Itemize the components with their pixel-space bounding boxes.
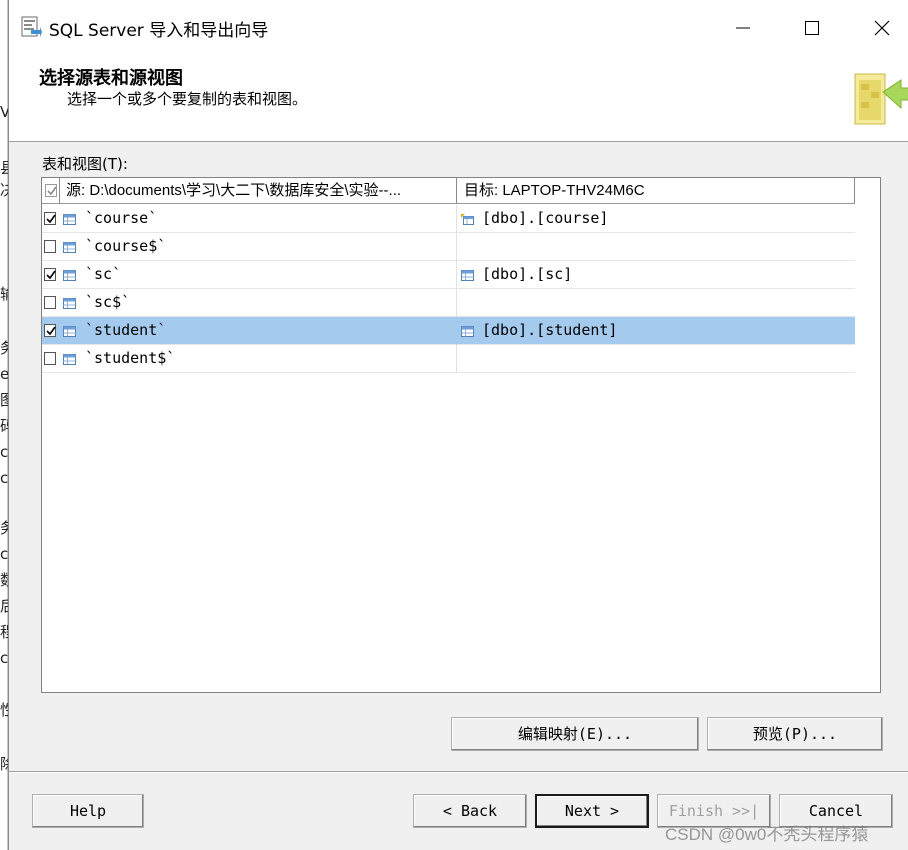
app-icon [20, 16, 42, 38]
source-cell[interactable]: `course$` [42, 233, 457, 261]
row-checkbox[interactable] [44, 212, 56, 225]
title-bar[interactable]: SQL Server 导入和导出向导 [9, 0, 908, 56]
destination-table-name: [dbo].[sc] [482, 265, 573, 283]
column-header-source[interactable]: 源: D:\documents\学习\大二下\数据库安全\实验--... [60, 178, 457, 204]
table-icon [63, 325, 76, 337]
select-all-header[interactable] [42, 178, 60, 204]
preview-button[interactable]: 预览(P)... [707, 717, 883, 751]
row-checkbox[interactable] [44, 352, 56, 365]
source-cell[interactable]: `student` [42, 317, 457, 345]
footer-divider-highlight [9, 772, 908, 773]
table-icon [461, 269, 474, 281]
source-table-name: `student` [85, 321, 167, 339]
source-table-name: `course$` [85, 237, 167, 255]
table-row[interactable]: `student$` [42, 345, 855, 373]
destination-table-name: [dbo].[student] [482, 321, 618, 339]
source-table-name: `student$` [85, 349, 176, 367]
table-row[interactable]: `student` [dbo].[student] [42, 317, 855, 345]
background-text: 数 [0, 572, 8, 588]
close-icon [874, 20, 890, 36]
background-text: V [0, 104, 8, 120]
back-button[interactable]: < Back [413, 794, 527, 828]
edit-mappings-button[interactable]: 编辑映射(E)... [451, 717, 699, 751]
tables-section-label: 表和视图(T): [42, 155, 128, 173]
destination-cell[interactable] [457, 289, 855, 317]
source-cell[interactable]: `course` [42, 205, 457, 233]
table-row[interactable]: `sc` [dbo].[sc] [42, 261, 855, 289]
background-text: c [0, 470, 8, 486]
maximize-button[interactable] [789, 10, 835, 46]
destination-cell[interactable]: [dbo].[sc] [457, 261, 855, 289]
background-text: 后 [0, 598, 8, 614]
table-icon [63, 241, 76, 253]
table-row[interactable]: `sc$` [42, 289, 855, 317]
window-title: SQL Server 导入和导出向导 [49, 21, 269, 41]
wizard-window: SQL Server 导入和导出向导 选择源表和源视图 选择一个或多个要复制的表… [8, 0, 908, 850]
tables-grid[interactable]: 源: D:\documents\学习\大二下\数据库安全\实验--... 目标:… [41, 177, 881, 693]
source-cell[interactable]: `student$` [42, 345, 457, 373]
wizard-header: 选择源表和源视图 选择一个或多个要复制的表和视图。 [9, 56, 908, 142]
table-icon [63, 213, 76, 225]
background-text: 程 [0, 624, 8, 640]
minimize-button[interactable] [720, 10, 766, 46]
background-text: 县 [0, 160, 8, 176]
help-button[interactable]: Help [32, 794, 144, 828]
destination-cell[interactable]: [dbo].[course] [457, 205, 855, 233]
background-window-edge: V 县 决 输 务 e 图 码 c c 务 c 数 后 程 c 性 除 [0, 0, 8, 850]
table-icon [63, 353, 76, 365]
row-checkbox[interactable] [44, 324, 56, 337]
watermark: CSDN @0w0不秃头程序猿 [665, 825, 869, 844]
background-text: c [0, 650, 8, 666]
background-text: 务 [0, 340, 8, 356]
destination-table-name: [dbo].[course] [482, 209, 609, 227]
source-table-name: `sc` [85, 265, 122, 283]
page-title: 选择源表和源视图 [39, 68, 183, 89]
row-checkbox[interactable] [44, 268, 56, 281]
background-text: 图 [0, 392, 8, 408]
background-text: 决 [0, 182, 8, 198]
background-text: 输 [0, 286, 8, 302]
next-button[interactable]: Next > [535, 794, 649, 828]
destination-cell[interactable]: [dbo].[student] [457, 317, 855, 345]
page-subtitle: 选择一个或多个要复制的表和视图。 [67, 90, 308, 108]
close-window-button[interactable] [859, 10, 905, 46]
background-text: 性 [0, 702, 8, 718]
background-text: c [0, 546, 8, 562]
background-text: e [0, 366, 8, 382]
source-cell[interactable]: `sc$` [42, 289, 457, 317]
row-checkbox[interactable] [44, 296, 56, 309]
edit-table-icon [461, 213, 474, 225]
background-text: c [0, 444, 8, 460]
column-header-destination[interactable]: 目标: LAPTOP-THV24M6C [457, 178, 855, 204]
check-icon [47, 186, 57, 196]
maximize-icon [805, 21, 819, 35]
destination-cell[interactable] [457, 233, 855, 261]
table-icon [461, 325, 474, 337]
grid-header: 源: D:\documents\学习\大二下\数据库安全\实验--... 目标:… [42, 178, 855, 204]
source-cell[interactable]: `sc` [42, 261, 457, 289]
select-all-checkbox[interactable] [45, 184, 57, 197]
table-icon [63, 269, 76, 281]
source-table-name: `course` [85, 209, 158, 227]
table-icon [63, 297, 76, 309]
table-row[interactable]: `course$` [42, 233, 855, 261]
source-table-name: `sc$` [85, 293, 131, 311]
background-text: 除 [0, 756, 8, 772]
row-checkbox[interactable] [44, 240, 56, 253]
background-text: 务 [0, 520, 8, 536]
background-text: 码 [0, 418, 8, 434]
table-row[interactable]: `course` [dbo].[course] [42, 205, 855, 233]
wizard-banner-icon [849, 70, 908, 130]
minimize-icon [736, 27, 750, 29]
destination-cell[interactable] [457, 345, 855, 373]
